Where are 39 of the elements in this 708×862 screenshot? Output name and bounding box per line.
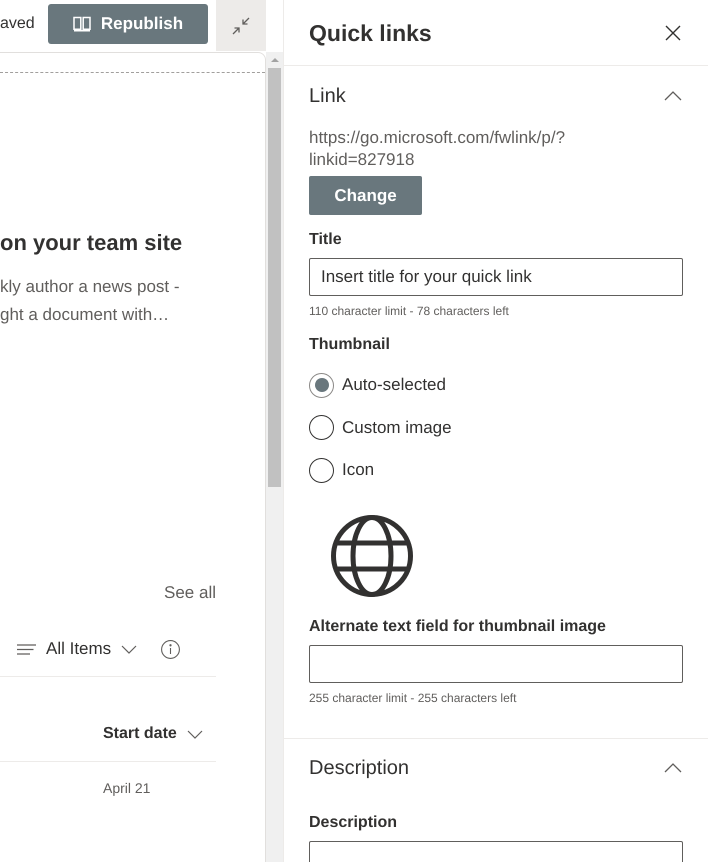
save-status-text: aved: [0, 14, 35, 34]
option-label[interactable]: Custom image: [342, 416, 452, 438]
description-text: kly author a news post -: [0, 276, 180, 298]
link-url: https://go.microsoft.com/fwlink/p/?linkid=827918: [309, 127, 566, 171]
group-label: Thumbnail: [309, 335, 390, 355]
close-icon[interactable]: [665, 24, 681, 40]
field-label: Alternate text field for thumbnail image: [309, 616, 606, 636]
character-count-hint: 255 character limit - 255 characters left: [309, 690, 516, 706]
republish-button[interactable]: Republish: [48, 4, 208, 44]
info-icon[interactable]: [161, 640, 180, 658]
text-input[interactable]: [309, 644, 683, 682]
option-label[interactable]: Icon: [342, 459, 374, 481]
column-header[interactable]: Start date: [103, 722, 203, 746]
field-label: Description: [309, 812, 398, 832]
compress-icon: [232, 16, 250, 34]
change-button[interactable]: Change: [309, 176, 422, 215]
radio-button[interactable]: [309, 458, 334, 482]
radio-button[interactable]: [309, 372, 334, 398]
chevron-up-icon[interactable]: [664, 763, 682, 773]
chevron-down-icon: [121, 644, 138, 654]
text-input[interactable]: Insert title for your quick link: [309, 258, 683, 296]
globe-icon: [331, 514, 413, 596]
panel-title: Quick links: [309, 18, 432, 48]
option-label[interactable]: Auto-selected: [342, 374, 446, 396]
chevron-up-icon[interactable]: [664, 90, 682, 100]
view-selector[interactable]: All Items: [17, 637, 138, 661]
lines-icon: [17, 644, 36, 654]
section-title: Link: [309, 84, 346, 108]
field-label: Title: [309, 230, 342, 250]
book-icon: [72, 16, 91, 32]
table-cell: April 21: [103, 779, 150, 797]
scrollbar-thumb[interactable]: [268, 68, 281, 487]
see-all-link[interactable]: See all: [164, 582, 216, 604]
section-heading: on your team site: [0, 229, 182, 257]
radio-button[interactable]: [309, 415, 334, 440]
character-count-hint: 110 character limit - 78 characters left: [309, 303, 509, 319]
description-text: ght a document with…: [0, 304, 170, 326]
section-title: Description: [309, 756, 410, 781]
chevron-down-icon: [186, 730, 203, 738]
